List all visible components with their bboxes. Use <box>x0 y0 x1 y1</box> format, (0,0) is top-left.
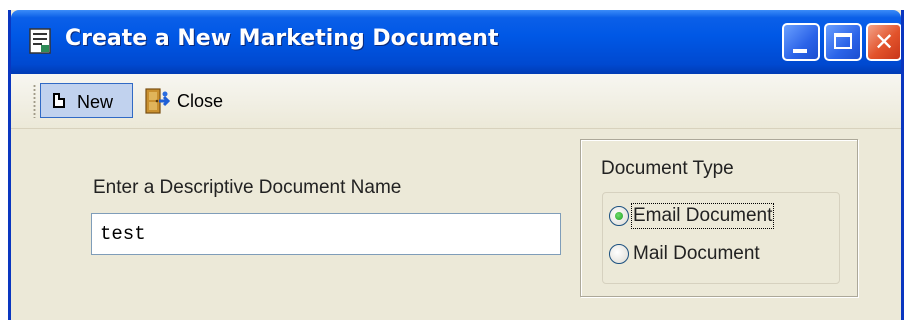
email-document-label[interactable]: Email Document <box>630 203 775 229</box>
new-button[interactable]: New <box>40 83 133 118</box>
window-title: Create a New Marketing Document <box>65 26 499 51</box>
close-window-button[interactable]: ✕ <box>866 23 901 61</box>
document-type-options: Email Document Mail Document <box>602 192 840 284</box>
maximize-icon <box>834 33 852 49</box>
document-name-input[interactable] <box>91 213 561 255</box>
exit-door-icon <box>145 88 171 114</box>
new-document-icon <box>53 93 65 108</box>
email-document-option[interactable]: Email Document <box>609 202 775 230</box>
close-icon: ✕ <box>873 28 895 56</box>
mail-document-label[interactable]: Mail Document <box>632 242 761 266</box>
document-icon <box>29 28 51 54</box>
title-bar[interactable]: Create a New Marketing Document ✕ <box>11 10 901 74</box>
minimize-icon <box>793 49 807 53</box>
close-button[interactable]: Close <box>139 83 239 118</box>
document-name-label: Enter a Descriptive Document Name <box>93 177 402 198</box>
maximize-button[interactable] <box>824 23 862 61</box>
toolbar: New Close <box>11 74 901 129</box>
mail-document-option[interactable]: Mail Document <box>609 240 761 268</box>
close-button-label: Close <box>177 91 224 111</box>
toolbar-grip[interactable] <box>33 84 36 118</box>
dialog-window: Create a New Marketing Document ✕ New Cl… <box>8 10 904 320</box>
document-type-title: Document Type <box>601 158 734 179</box>
radio-unselected-icon[interactable] <box>609 244 629 264</box>
minimize-button[interactable] <box>782 23 820 61</box>
radio-selected-icon[interactable] <box>609 206 629 226</box>
document-type-group: Document Type Email Document Mail Docume… <box>580 139 858 297</box>
new-button-label: New <box>77 92 114 112</box>
